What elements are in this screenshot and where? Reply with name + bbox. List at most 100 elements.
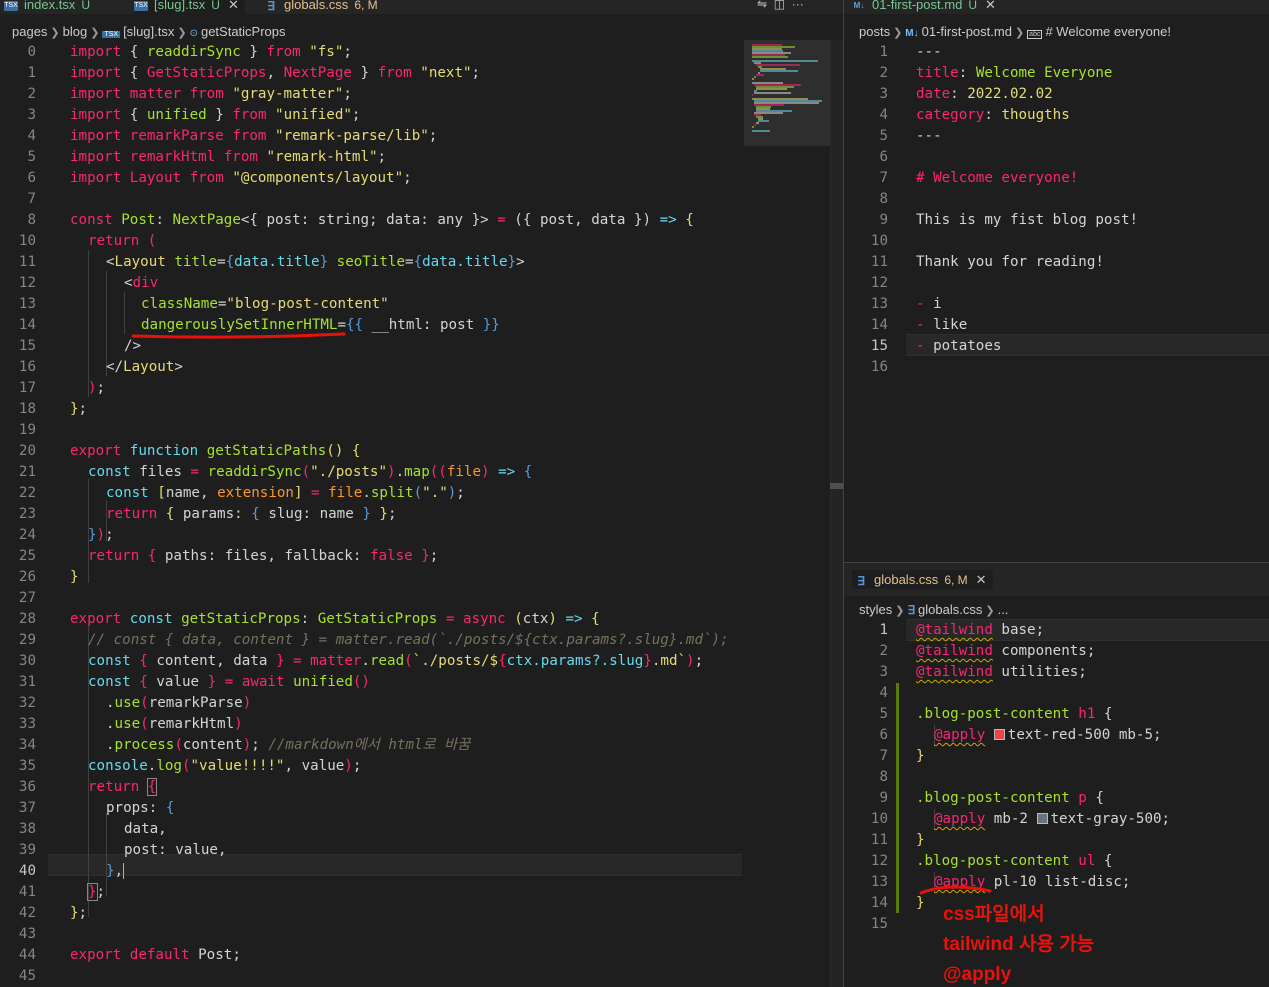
line-number: 4	[27, 128, 36, 144]
annotation-underline	[131, 332, 346, 339]
minimap-line	[752, 130, 770, 132]
line-number: 43	[18, 926, 36, 942]
line-number: 11	[870, 254, 888, 270]
line-number: 12	[870, 275, 888, 291]
minimap-line	[754, 76, 756, 78]
tab-globals-css[interactable]: ∃ globals.css 6, M ✕	[852, 570, 993, 589]
line-number: 8	[879, 191, 888, 207]
line-number: 6	[27, 170, 36, 186]
close-icon[interactable]: ✕	[985, 0, 996, 12]
line-number: 39	[18, 842, 36, 858]
css-file-icon: ∃	[857, 573, 865, 588]
line-number: 30	[18, 653, 36, 669]
line-number: 7	[879, 170, 888, 186]
tsx-file-icon: TSX	[4, 0, 18, 11]
line-number: 10	[18, 233, 36, 249]
line-number: 13	[18, 296, 36, 312]
minimap-line	[756, 74, 765, 76]
tab-status: 6, M	[354, 0, 378, 12]
line-number: 14	[870, 317, 888, 333]
annotation-note: css파일에서 tailwind 사용 가능 @apply	[943, 900, 1094, 987]
breadcrumb-item[interactable]: [slug].tsx	[123, 24, 174, 39]
line-number: 22	[18, 485, 36, 501]
minimap-line	[756, 88, 787, 90]
line-number: 31	[18, 674, 36, 690]
compare-icon[interactable]: ⇋	[757, 0, 767, 11]
close-icon[interactable]: ✕	[228, 0, 239, 12]
line-number: 37	[18, 800, 36, 816]
breadcrumb-item[interactable]: globals.css	[918, 602, 982, 617]
line-number: 5	[879, 128, 888, 144]
tab-slug-tsx[interactable]: TSX [slug].tsx U ✕	[134, 0, 245, 14]
breadcrumb-item[interactable]: 01-first-post.md	[922, 24, 1012, 39]
line-number: 15	[870, 338, 888, 354]
code-editor-first-post-md[interactable]: 1 --- 2 title: Welcome Everyone 3 date: 202…	[852, 42, 1269, 562]
tab-status: U	[211, 0, 220, 12]
scrollbar-thumb[interactable]	[830, 483, 844, 489]
breadcrumb-item[interactable]: posts	[859, 24, 890, 39]
chevron-right-icon: ❯	[1014, 27, 1025, 39]
breadcrumb-item[interactable]: # Welcome everyone!	[1045, 24, 1171, 39]
line-number: 17	[18, 380, 36, 396]
line-number: 16	[870, 359, 888, 375]
line-number: 24	[18, 527, 36, 543]
breadcrumb-item[interactable]: pages	[12, 24, 47, 39]
line-number: 11	[18, 254, 36, 270]
scrollbar[interactable]	[830, 40, 844, 987]
split-editor-icon[interactable]: ◫	[774, 0, 785, 11]
minimap[interactable]	[744, 40, 830, 987]
line-number: 4	[879, 107, 888, 123]
line-number: 3	[879, 86, 888, 102]
chevron-right-icon: ❯	[90, 27, 100, 39]
annotation-underline	[919, 885, 992, 895]
tab-status: 6, M	[944, 573, 968, 587]
tab-label: globals.css	[284, 0, 349, 12]
symbol-method-icon: ⊙	[189, 28, 198, 39]
tsx-file-icon: TSX	[102, 31, 121, 38]
line-number: 33	[18, 716, 36, 732]
line-number: 5	[879, 706, 888, 722]
tsx-file-icon: TSX	[134, 0, 148, 11]
line-number: 2	[879, 643, 888, 659]
tab-first-post-md[interactable]: M↓ 01-first-post.md U ✕	[852, 0, 996, 14]
line-number: 13	[870, 874, 888, 890]
line-number: 14	[18, 317, 36, 333]
line-number: 32	[18, 695, 36, 711]
line-number: 10	[870, 811, 888, 827]
line-number: 2	[27, 86, 36, 102]
editor-group-divider[interactable]	[843, 0, 844, 987]
line-number: 5	[27, 149, 36, 165]
line-number: 9	[879, 790, 888, 806]
tab-label: globals.css	[874, 572, 939, 587]
color-swatch-gray[interactable]	[1036, 813, 1048, 824]
more-actions-icon[interactable]: ···	[792, 0, 804, 11]
breadcrumb-item[interactable]: blog	[63, 24, 88, 39]
indent-guide	[88, 250, 89, 397]
line-number: 36	[18, 779, 36, 795]
tab-globals-css[interactable]: ∃ globals.css 6, M	[264, 0, 378, 14]
minimap-line	[752, 126, 754, 128]
annotation-line: tailwind 사용 가능	[943, 934, 1095, 955]
tab-index-tsx[interactable]: TSX index.tsx U	[4, 0, 90, 14]
line-number: 2	[879, 65, 888, 81]
minimap-line	[759, 70, 798, 72]
indent-guide	[124, 292, 125, 334]
breadcrumb-item[interactable]: getStaticProps	[201, 24, 286, 39]
right-bottom-tab-bar: ∃ globals.css 6, M ✕	[844, 563, 1269, 596]
breadcrumb: pages ❯ blog ❯ TSX [slug].tsx ❯ ⊙ getStaticProps	[12, 24, 286, 39]
line-number: 12	[18, 275, 36, 291]
breadcrumb-item[interactable]: styles	[859, 602, 892, 617]
line-number: 1	[879, 44, 888, 60]
tab-status: U	[968, 0, 977, 12]
line-number: 4	[879, 685, 888, 701]
code-editor-globals-css[interactable]: 1 @tailwind base; 2 @tailwind components; …	[852, 620, 1269, 940]
color-swatch-red[interactable]	[993, 729, 1005, 740]
annotation-line: @apply	[943, 964, 1012, 985]
line-number: 28	[18, 611, 36, 627]
code-editor-slug-tsx[interactable]: 0 import { readdirSync } from "fs"; 1 impo…	[0, 42, 744, 987]
line-number: 23	[18, 506, 36, 522]
breadcrumb-item[interactable]: ...	[998, 602, 1009, 617]
tab-label: index.tsx	[24, 0, 76, 12]
minimap-line	[754, 124, 756, 126]
close-icon[interactable]: ✕	[976, 572, 987, 587]
